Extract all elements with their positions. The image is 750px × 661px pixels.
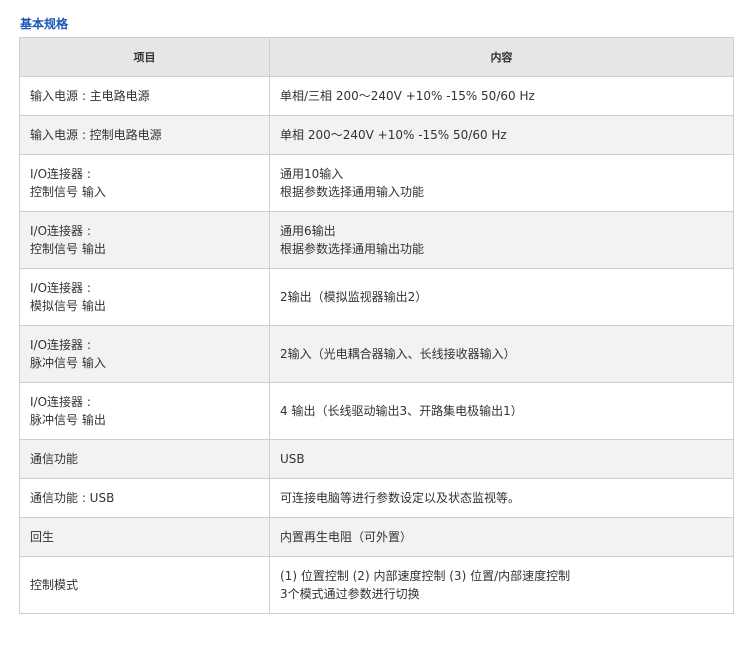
spec-item-cell: I/O连接器 : 模拟信号 输出 [19,268,270,326]
spec-item-text: 模拟信号 输出 [30,299,106,313]
spec-content-text: 2输入（光电耦合器输入、长线接收器输入） [280,347,516,361]
spec-content-cell: 通用10输入根据参数选择通用输入功能 [269,154,734,212]
spec-item-text: 输入电源 : 主电路电源 [30,89,150,103]
spec-content-cell: 单相/三相 200～240V +10% -15% 50/60 Hz [269,76,734,116]
table-row: 控制模式 (1) 位置控制 (2) 内部速度控制 (3) 位置/内部速度控制 3个模… [19,556,734,614]
spec-item-text: 回生 [30,530,55,544]
spec-item-cell: 输入电源 : 控制电路电源 [19,115,270,155]
spec-content-text: 2输出（模拟监视器输出2） [280,290,428,304]
spec-item-text: 脉冲信号 输出 [30,413,106,427]
table-row: I/O连接器 : 控制信号 输出 通用6输出根据参数选择通用输出功能 [19,211,734,269]
spec-content-text: 根据参数选择通用输入功能 [280,185,425,199]
spec-item-text: 通信功能 [30,452,79,466]
spec-content-text: 通用10输入 [280,167,344,181]
spec-content-text: 单相 200～240V +10% -15% 50/60 Hz [280,128,507,142]
spec-item-text: 控制信号 输出 [30,242,106,256]
spec-content-cell: 2输入（光电耦合器输入、长线接收器输入） [269,325,734,383]
table-row: I/O连接器 : 模拟信号 输出 2输出（模拟监视器输出2） [19,268,734,326]
table-row: 输入电源 : 主电路电源 单相/三相 200～240V +10% -15% 50/… [19,76,734,116]
spec-item-cell: 回生 [19,517,270,557]
spec-item-text: I/O连接器 : [30,224,91,238]
spec-item-text: I/O连接器 : [30,167,91,181]
spec-content-text: (1) 位置控制 (2) 内部速度控制 (3) 位置/内部速度控制 [280,569,571,583]
spec-content-text: 4 输出（长线驱动输出3、开路集电极输出1） [280,404,523,418]
spec-item-cell: I/O连接器 : 脉冲信号 输出 [19,382,270,440]
spec-content-text: USB [280,452,305,466]
spec-content-cell: 通用6输出根据参数选择通用输出功能 [269,211,734,269]
spec-content-cell: 可连接电脑等进行参数设定以及状态监视等。 [269,478,734,518]
spec-item-cell: I/O连接器 : 控制信号 输出 [19,211,270,269]
spec-item-cell: 通信功能 [19,439,270,479]
spec-content-text: 可连接电脑等进行参数设定以及状态监视等。 [280,491,521,505]
spec-item-cell: 通信功能 : USB [19,478,270,518]
spec-item-text: I/O连接器 : [30,395,91,409]
table-row: 通信功能 : USB 可连接电脑等进行参数设定以及状态监视等。 [19,478,734,518]
spec-content-cell: USB [269,439,734,479]
spec-item-cell: 输入电源 : 主电路电源 [19,76,270,116]
spec-content-text: 内置再生电阻（可外置） [280,530,413,544]
table-row: I/O连接器 : 控制信号 输入 通用10输入根据参数选择通用输入功能 [19,154,734,212]
spec-item-text: 脉冲信号 输入 [30,356,106,370]
spec-item-cell: I/O连接器 : 脉冲信号 输入 [19,325,270,383]
section-title: 基本规格 [20,17,69,31]
spec-item-cell: 控制模式 [19,556,270,614]
table-row: 输入电源 : 控制电路电源 单相 200～240V +10% -15% 50/60… [19,115,734,155]
spec-table: 项目 内容 输入电源 : 主电路电源 单相/三相 200～240V +10% -1… [19,37,734,614]
spec-content-text: 3个模式通过参数进行切换 [280,587,420,601]
spec-item-text: I/O连接器 : [30,281,91,295]
spec-item-text: 控制模式 [30,578,79,592]
spec-content-text: 通用6输出 [280,224,336,238]
spec-item-text: 输入电源 : 控制电路电源 [30,128,162,142]
spec-content-text: 根据参数选择通用输出功能 [280,242,425,256]
spec-content-text: 单相/三相 200～240V +10% -15% 50/60 Hz [280,89,535,103]
table-row: 通信功能 USB [19,439,734,479]
spec-content-cell: 单相 200～240V +10% -15% 50/60 Hz [269,115,734,155]
spec-item-text: 控制信号 输入 [30,185,106,199]
table-header-row: 项目 内容 [19,37,734,77]
table-row: 回生 内置再生电阻（可外置） [19,517,734,557]
spec-content-cell: 4 输出（长线驱动输出3、开路集电极输出1） [269,382,734,440]
spec-item-text: I/O连接器 : [30,338,91,352]
spec-item-text: 通信功能 : USB [30,491,115,505]
spec-item-cell: I/O连接器 : 控制信号 输入 [19,154,270,212]
column-header-item: 项目 [19,37,270,77]
table-body: 输入电源 : 主电路电源 单相/三相 200～240V +10% -15% 50/… [19,76,734,614]
spec-content-cell: 内置再生电阻（可外置） [269,517,734,557]
column-header-content: 内容 [269,37,734,77]
table-row: I/O连接器 : 脉冲信号 输入 2输入（光电耦合器输入、长线接收器输入） [19,325,734,383]
spec-content-cell: (1) 位置控制 (2) 内部速度控制 (3) 位置/内部速度控制 3个模式通过参… [269,556,734,614]
table-row: I/O连接器 : 脉冲信号 输出 4 输出（长线驱动输出3、开路集电极输出1） [19,382,734,440]
spec-content-cell: 2输出（模拟监视器输出2） [269,268,734,326]
